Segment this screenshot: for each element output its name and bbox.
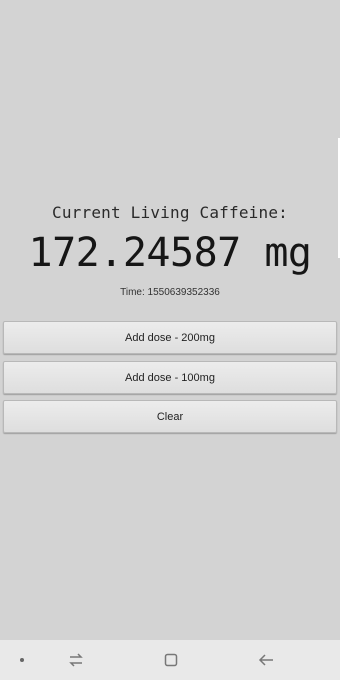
system-navigation-bar	[0, 640, 340, 680]
back-icon[interactable]	[252, 640, 280, 680]
clear-button[interactable]: Clear	[3, 400, 337, 433]
home-icon[interactable]	[157, 640, 185, 680]
time-readout: Time: 1550639352336	[120, 287, 220, 298]
caffeine-heading: Current Living Caffeine:	[52, 203, 288, 222]
dot-icon[interactable]	[14, 640, 30, 680]
add-dose-200-button[interactable]: Add dose - 200mg	[3, 321, 337, 354]
caffeine-amount: 172.24587 mg	[28, 230, 312, 276]
recents-icon[interactable]	[62, 640, 90, 680]
add-dose-100-button[interactable]: Add dose - 100mg	[3, 361, 337, 394]
app-screen: Current Living Caffeine: 172.24587 mg Ti…	[0, 0, 340, 640]
